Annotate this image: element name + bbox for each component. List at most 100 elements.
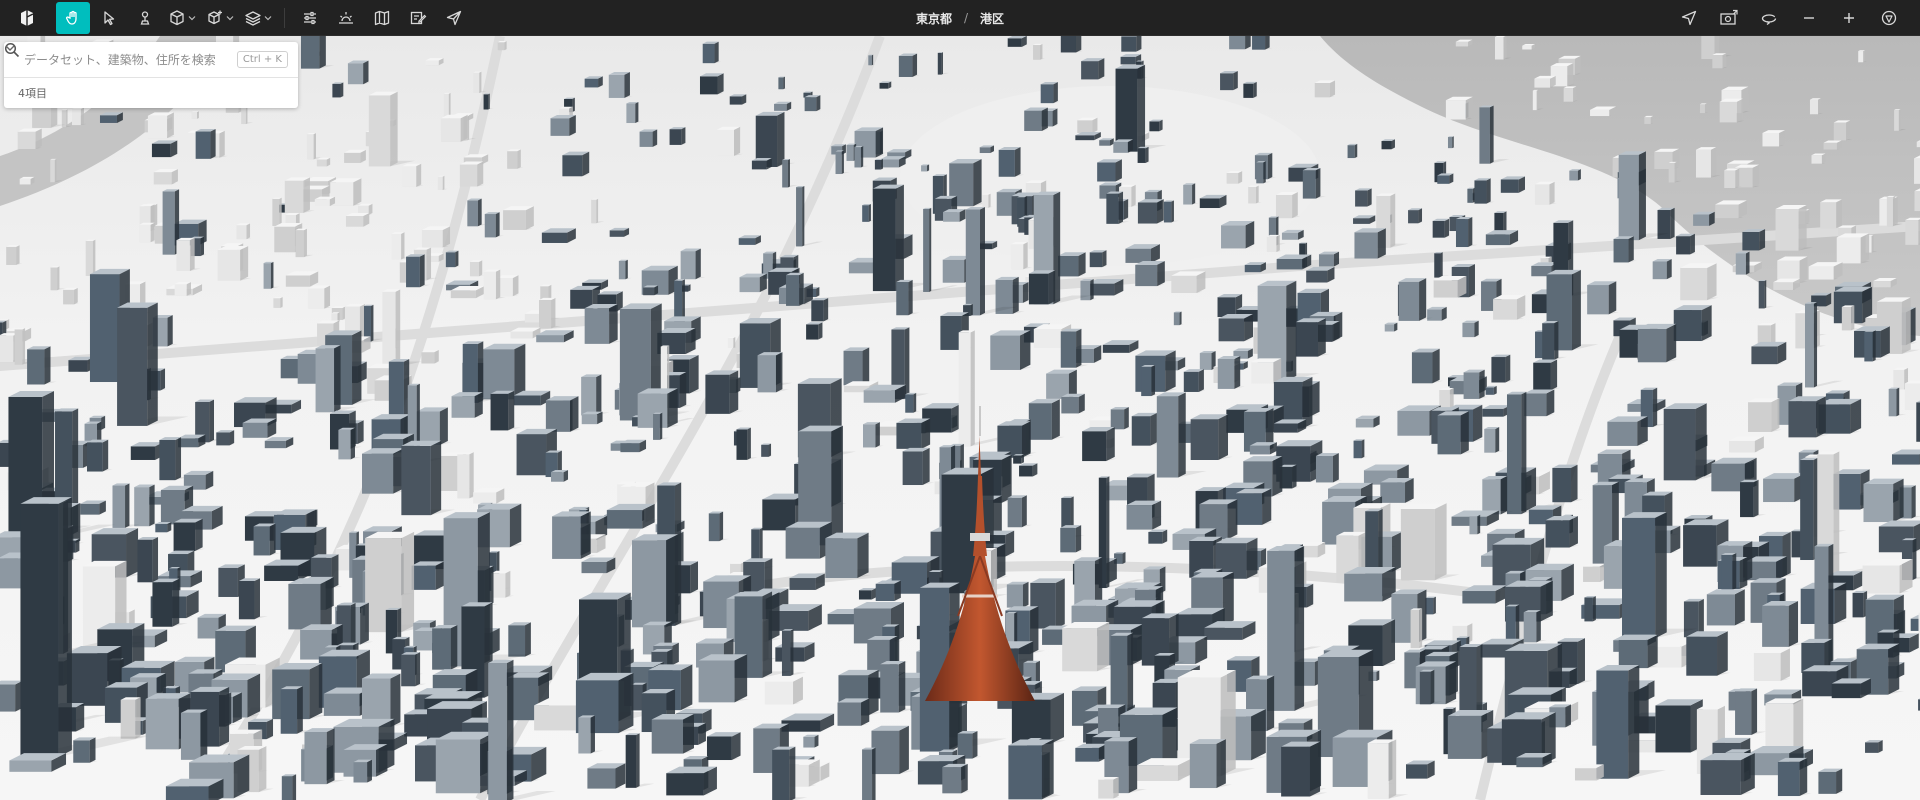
map-viewport[interactable]: Ctrl + K 4項目 <box>0 36 1920 800</box>
building-facade <box>1006 584 1023 608</box>
building-side <box>1793 698 1804 755</box>
building-side <box>1238 170 1243 184</box>
building-facade <box>1455 41 1469 47</box>
edit-sheet-button[interactable] <box>401 2 435 34</box>
building-facade <box>1891 454 1920 465</box>
building-facade <box>314 199 330 206</box>
view-controls <box>1672 0 1906 36</box>
building-facade <box>145 698 179 750</box>
map-view-button[interactable] <box>365 2 399 34</box>
building-side <box>363 60 369 85</box>
building-facade <box>1491 357 1506 383</box>
building-facade <box>66 653 108 706</box>
building-facade <box>1405 764 1428 779</box>
building-facade <box>1700 760 1741 795</box>
building-side <box>1540 580 1553 622</box>
building-side <box>1736 98 1743 123</box>
sun-light-button[interactable] <box>329 2 363 34</box>
building-facade <box>1590 109 1610 117</box>
building-facade <box>165 786 209 800</box>
add-object-tool-button[interactable] <box>202 2 238 34</box>
building-side <box>672 642 679 666</box>
building-side <box>857 532 869 579</box>
building-facade <box>1089 252 1103 268</box>
building-side <box>1022 581 1029 608</box>
building-side <box>219 130 225 158</box>
building-facade <box>1569 170 1578 181</box>
building-facade <box>473 492 497 504</box>
building-side <box>80 107 84 126</box>
building-facade <box>1137 202 1158 224</box>
building-side <box>868 669 879 716</box>
building-facade <box>1190 419 1219 460</box>
building-facade <box>9 760 52 772</box>
select-tool-button[interactable] <box>92 2 126 34</box>
zoom-in-button[interactable] <box>1832 2 1866 34</box>
building-facade <box>1013 455 1022 464</box>
building-side <box>1850 398 1862 434</box>
building-side <box>1136 36 1142 52</box>
building-side <box>894 580 901 602</box>
building-facade <box>1042 629 1064 645</box>
building-side <box>197 111 199 119</box>
building-side <box>997 543 1006 579</box>
building-side <box>582 151 590 177</box>
breadcrumb-parent[interactable]: 東京都 <box>916 10 952 27</box>
breadcrumb-current[interactable]: 港区 <box>980 10 1004 27</box>
building-side <box>1419 278 1427 321</box>
building-facade <box>1622 517 1656 639</box>
building-facade <box>391 233 402 260</box>
building-side <box>135 697 141 739</box>
building-side <box>22 327 26 365</box>
building-facade <box>1204 627 1243 640</box>
building-facade <box>1010 244 1024 270</box>
building-facade <box>1075 747 1099 762</box>
hand-tool-button[interactable] <box>56 1 90 34</box>
building-side <box>1846 120 1851 141</box>
zoom-out-button[interactable] <box>1792 2 1826 34</box>
building-facade <box>943 212 960 222</box>
cube-tool-button[interactable] <box>164 2 200 34</box>
building-facade <box>1811 155 1822 164</box>
send-icon <box>446 10 462 25</box>
building-facade <box>1447 715 1482 759</box>
share-button[interactable] <box>437 2 471 34</box>
building-side <box>625 259 628 280</box>
building-side <box>1023 242 1028 270</box>
building-side <box>209 399 214 443</box>
building-facade <box>19 178 31 185</box>
building-facade <box>581 561 607 574</box>
pin-tool-button[interactable] <box>128 2 162 34</box>
building-side <box>875 422 880 448</box>
layers-tool-button[interactable] <box>240 2 276 34</box>
screenshot-button[interactable] <box>1712 2 1746 34</box>
building-facade <box>1680 267 1708 301</box>
building-side <box>1382 619 1396 666</box>
building-side <box>1717 631 1728 676</box>
building-side <box>1561 563 1574 601</box>
rotate-view-button[interactable] <box>1752 2 1786 34</box>
app-logo-icon[interactable] <box>16 7 38 29</box>
building-facade <box>863 390 895 403</box>
compass-button[interactable] <box>1872 2 1906 34</box>
building-facade <box>1455 219 1469 248</box>
building-facade <box>1542 323 1555 360</box>
building-side <box>1577 638 1585 685</box>
building-facade <box>264 565 299 581</box>
building-facade <box>1482 479 1501 515</box>
building-facade <box>1433 280 1458 298</box>
building-side <box>1263 161 1266 184</box>
building-side <box>1628 236 1634 263</box>
building-side <box>659 412 663 440</box>
results-dropdown[interactable]: 4項目 <box>4 45 298 108</box>
building-facade <box>879 82 889 89</box>
building-side <box>1157 199 1164 224</box>
locate-button[interactable] <box>1672 2 1706 34</box>
building-side <box>1592 595 1596 622</box>
building-side <box>695 248 701 280</box>
search-input[interactable] <box>22 51 237 68</box>
building-facade <box>843 350 863 386</box>
filter-settings-button[interactable] <box>293 2 327 34</box>
building-facade <box>1273 423 1298 433</box>
building-facade <box>957 733 973 759</box>
